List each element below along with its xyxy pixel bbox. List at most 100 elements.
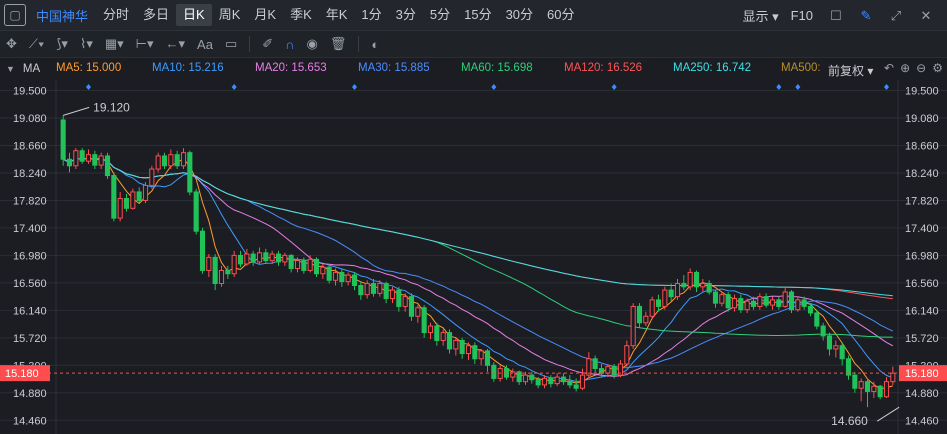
adjust-dropdown[interactable]: 前复权 ▾: [828, 62, 873, 79]
candle-body: [839, 345, 845, 360]
toggle-icon[interactable]: ◐: [371, 37, 379, 52]
y-tick-label-left: 14.880: [13, 388, 47, 400]
y-tick-label-right: 17.400: [905, 223, 939, 235]
ma-legend-item: MA20: 15.653: [255, 62, 327, 74]
period-tab[interactable]: 月K: [247, 4, 283, 26]
candle-body: [427, 325, 434, 334]
expand-icon[interactable]: ⤢: [887, 7, 905, 25]
trash-icon[interactable]: 🗑: [330, 36, 347, 52]
y-tick-label-left: 16.140: [13, 305, 47, 317]
candle-body: [871, 385, 877, 392]
brush-icon[interactable]: ✐: [262, 36, 273, 52]
period-tab[interactable]: 周K: [212, 4, 248, 26]
candle-body: [890, 372, 896, 383]
candle-body: [548, 377, 554, 385]
candle-body: [801, 299, 807, 307]
candle-body: [415, 307, 421, 317]
period-tab[interactable]: 多日: [136, 4, 176, 26]
candle-body: [522, 374, 529, 383]
y-tick-label-right: 19.500: [905, 86, 939, 98]
candle-body: [288, 254, 294, 269]
add-icon[interactable]: ⊕: [900, 61, 910, 75]
undo-icon[interactable]: ↶: [884, 61, 894, 75]
candle-body: [377, 283, 383, 294]
period-tab[interactable]: 1分: [354, 4, 388, 26]
candle-body: [624, 345, 630, 365]
magnet-icon[interactable]: ∩: [285, 37, 294, 52]
period-tab[interactable]: 季K: [283, 4, 319, 26]
ma-legend: ▼ MA MA5: 15.000 MA10: 15.216 MA20: 15.653…: [0, 58, 947, 80]
candle-body: [307, 258, 313, 271]
ma-legend-item: MA250: 16.742: [673, 62, 752, 74]
candle-body: [858, 381, 864, 389]
y-tick-label-left: 18.240: [13, 168, 47, 180]
candle-body: [636, 305, 643, 324]
event-marker-icon: [611, 84, 617, 90]
pen-icon[interactable]: ✎: [857, 7, 875, 25]
period-toolbar: ▢ 中国神华 分时 多日 日K 周K 月K 季K 年K 1分 3分 5分 15分 30分 60分 显示 …: [0, 0, 947, 31]
wave-tool-icon[interactable]: ⌇▾: [80, 36, 93, 52]
candle-body: [744, 300, 750, 311]
event-marker-icon: [884, 84, 889, 90]
candle-body: [883, 381, 890, 398]
y-tick-label-right: 15.720: [905, 333, 939, 345]
fib-tool-icon[interactable]: ▦▾: [105, 36, 124, 52]
checkbox-icon[interactable]: ☐: [827, 7, 845, 25]
period-tab[interactable]: 年K: [319, 4, 355, 26]
candle-body: [668, 289, 674, 298]
line-tool-icon[interactable]: ⟋▾: [29, 36, 44, 52]
close-icon[interactable]: ✕: [917, 7, 935, 25]
y-tick-label-left: 18.660: [13, 140, 47, 152]
period-tab[interactable]: 15分: [457, 4, 498, 26]
candle-body: [757, 296, 763, 307]
eye-icon[interactable]: ◉: [307, 36, 318, 52]
remove-icon[interactable]: ⊖: [916, 61, 926, 75]
text-tool[interactable]: Aa: [197, 37, 213, 52]
candle-body: [339, 271, 345, 283]
stock-name[interactable]: 中国神华: [36, 6, 88, 25]
y-tick-label-left: 19.080: [13, 113, 47, 125]
candle-body: [421, 307, 427, 334]
candle-body: [750, 300, 757, 307]
measure-tool-icon[interactable]: ⊢▾: [136, 36, 154, 52]
ma-indicator-label[interactable]: MA: [23, 63, 57, 75]
candle-body: [877, 385, 883, 398]
candle-body: [655, 299, 662, 307]
candle-body: [92, 154, 98, 166]
period-tab[interactable]: 5分: [423, 4, 457, 26]
candle-body: [206, 256, 212, 271]
candle-body: [345, 274, 351, 283]
comment-icon[interactable]: ▭: [225, 36, 237, 52]
square-back-icon[interactable]: ▢: [4, 4, 26, 26]
period-tab[interactable]: 日K: [176, 4, 212, 26]
settings-icon[interactable]: ⚙: [932, 61, 943, 75]
candle-body: [662, 289, 668, 307]
event-marker-icon: [491, 84, 497, 90]
y-tick-label-right: 17.820: [905, 195, 939, 207]
candle-body: [117, 197, 123, 219]
collapse-icon[interactable]: ▼: [6, 64, 15, 74]
candle-body: [168, 154, 174, 167]
period-tab[interactable]: 30分: [499, 4, 540, 26]
candle-body: [826, 335, 833, 350]
annotation-leader: [876, 406, 900, 422]
f10-button[interactable]: F10: [791, 8, 813, 23]
candle-body: [301, 260, 307, 271]
candle-body: [453, 339, 459, 350]
y-tick-label-left: 16.560: [13, 278, 47, 290]
drawing-toolbar: ✥ ⟋▾ ⟆▾ ⌇▾ ▦▾ ⊢▾ ←▾ Aa ▭ ✐ ∩ ◉ 🗑 ◐: [0, 31, 947, 58]
candle-body: [351, 274, 358, 286]
display-dropdown[interactable]: 显示 ▾: [742, 6, 778, 25]
period-tab[interactable]: 3分: [389, 4, 423, 26]
candle-body: [218, 269, 225, 285]
period-tab[interactable]: 60分: [540, 4, 581, 26]
kline-chart[interactable]: 19.500 19.500 19.080 19.080 18.660 18.660 18.2…: [0, 80, 947, 434]
candle-body: [573, 384, 579, 389]
candle-body: [763, 296, 769, 306]
candle-body: [769, 299, 776, 306]
crosshair-icon[interactable]: ✥: [6, 36, 17, 52]
polyline-tool-icon[interactable]: ⟆▾: [56, 36, 68, 52]
period-tab[interactable]: 分时: [96, 4, 136, 26]
candle-body: [326, 266, 332, 281]
arrow-tool-icon[interactable]: ←▾: [166, 36, 186, 52]
